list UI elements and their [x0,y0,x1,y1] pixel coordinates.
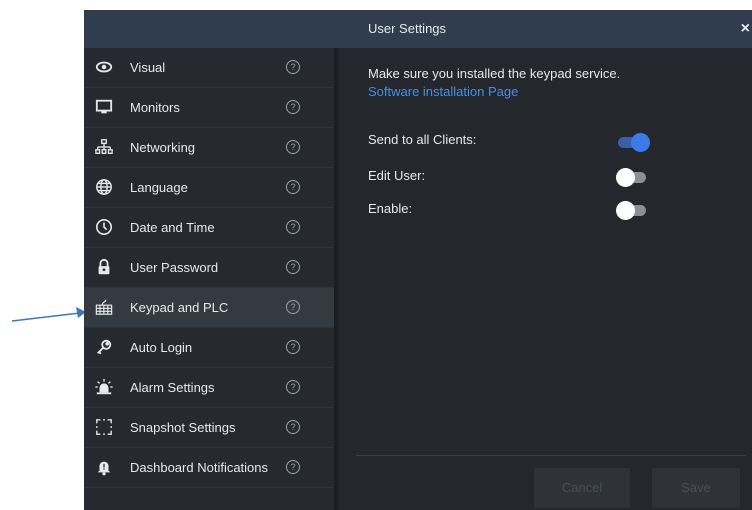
sidebar-item-label: Networking [130,140,196,155]
sidebar-item-label: Monitors [130,100,180,115]
send-to-all-clients-toggle[interactable] [616,133,650,153]
sidebar-item-monitors[interactable]: Monitors ? [84,88,334,128]
sidebar-item-date-and-time[interactable]: Date and Time ? [84,208,334,248]
help-icon[interactable]: ? [286,460,300,474]
sidebar-item-label: Snapshot Settings [130,420,236,435]
dialog-title: User Settings [368,21,447,36]
sidebar-item-networking[interactable]: Networking ? [84,128,334,168]
help-icon[interactable]: ? [286,60,300,74]
help-icon[interactable]: ? [286,100,300,114]
help-icon[interactable]: ? [286,260,300,274]
alarm-light-icon [94,377,114,397]
sidebar-item-keypad-and-plc[interactable]: Keypad and PLC ? [84,288,334,328]
toggle-knob [631,133,650,152]
help-icon[interactable]: ? [286,180,300,194]
enable-label: Enable: [368,201,413,216]
globe-icon [94,177,114,197]
sidebar-item-label: Keypad and PLC [130,300,229,315]
footer-divider [356,455,746,456]
enable-toggle[interactable] [616,201,650,221]
sidebar-item-dashboard-notifications[interactable]: Dashboard Notifications ? [84,448,334,488]
sidebar-item-label: Alarm Settings [130,380,215,395]
sidebar-item-auto-login[interactable]: Auto Login ? [84,328,334,368]
toggle-knob [616,168,635,187]
send-to-all-clients-label: Send to all Clients: [368,132,477,147]
sidebar-item-language[interactable]: Language ? [84,168,334,208]
sidebar-item-user-password[interactable]: User Password ? [84,248,334,288]
info-message: Make sure you installed the keypad servi… [368,66,621,81]
edit-user-toggle[interactable] [616,168,650,188]
toggle-knob [616,201,635,220]
sidebar-item-label: Date and Time [130,220,215,235]
network-icon [94,137,114,157]
help-icon[interactable]: ? [286,340,300,354]
sidebar-item-label: Language [130,180,188,195]
cancel-button[interactable]: Cancel [534,468,630,508]
sidebar-item-label: Visual [130,60,166,75]
key-icon [94,337,114,357]
sidebar-item-snapshot-settings[interactable]: Snapshot Settings ? [84,408,334,448]
sidebar-item-alarm-settings[interactable]: Alarm Settings ? [84,368,334,408]
bell-icon [94,457,114,477]
save-button[interactable]: Save [652,468,740,508]
sidebar-item-visual[interactable]: Visual ? [84,48,334,88]
software-installation-link[interactable]: Software installation Page [368,84,518,99]
settings-sidebar: Visual ? Monitors ? Networking ? Languag… [84,48,334,510]
settings-content: Make sure you installed the keypad servi… [338,48,752,510]
help-icon[interactable]: ? [286,140,300,154]
monitor-icon [94,97,114,117]
help-icon[interactable]: ? [286,300,300,314]
keypad-icon [94,297,114,317]
eye-icon [94,57,114,77]
title-bar: User Settings × [84,10,752,48]
help-icon[interactable]: ? [286,420,300,434]
sidebar-item-label: Dashboard Notifications [130,460,269,475]
help-icon[interactable]: ? [286,380,300,394]
lock-icon [94,257,114,277]
sidebar-item-label: User Password [130,260,219,275]
clock-icon [94,217,114,237]
snapshot-icon [94,417,114,437]
sidebar-item-label: Auto Login [130,340,193,355]
help-icon[interactable]: ? [286,220,300,234]
edit-user-label: Edit User: [368,168,426,183]
close-icon[interactable]: × [741,10,750,48]
user-settings-dialog: User Settings × Visual ? Monitors ? Netw… [84,10,752,510]
